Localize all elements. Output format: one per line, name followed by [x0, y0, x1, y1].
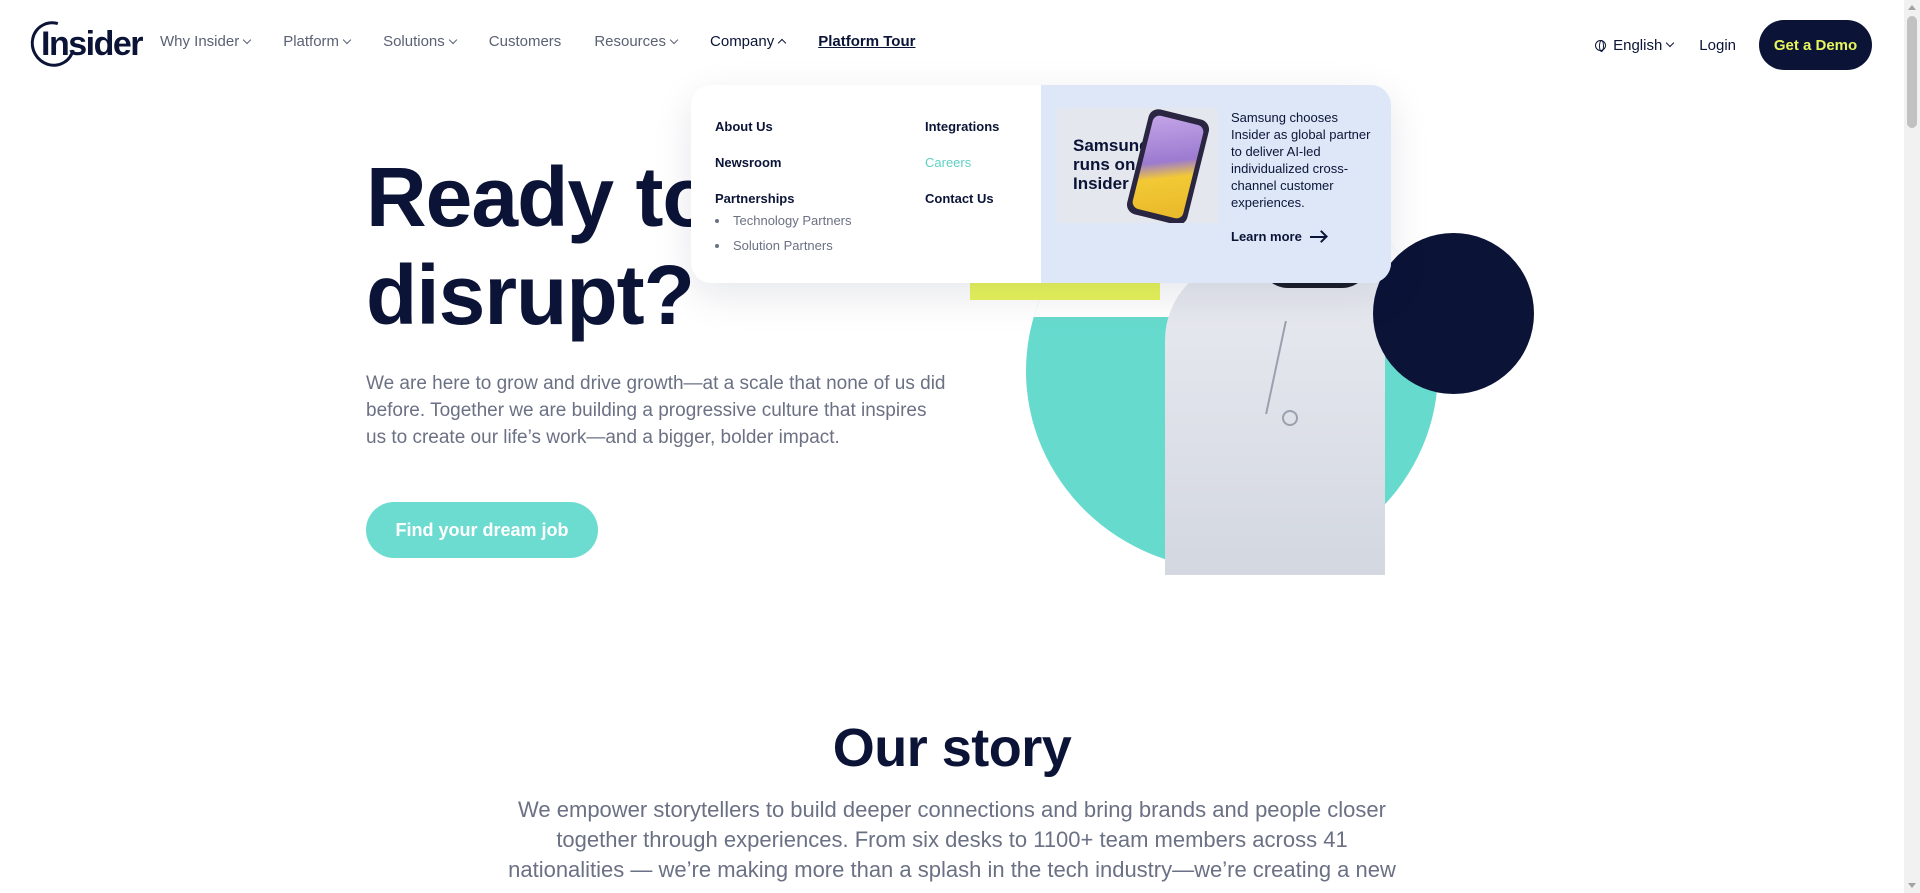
nav-item-label: Platform [283, 33, 340, 50]
samsung-promo-image[interactable]: Samsung runs on Insider [1057, 108, 1218, 223]
language-label: English [1613, 36, 1663, 54]
learn-more-label: Learn more [1231, 229, 1302, 244]
nav-item-platform-tour[interactable]: Platform Tour [818, 33, 915, 50]
promo-text: Samsung chooses Insider as global partne… [1231, 110, 1371, 210]
menu-item-careers[interactable]: Careers [925, 155, 999, 170]
menu-item-technology-partners[interactable]: Technology Partners [715, 213, 852, 228]
nav-item-label: Why Insider [160, 33, 240, 50]
arrow-right-icon [1309, 235, 1326, 238]
insider-logo[interactable]: Insider [22, 13, 143, 75]
chevron-up-icon [777, 38, 787, 48]
nav-item-resources[interactable]: Resources [594, 33, 679, 50]
nav-menu: Why Insider Platform Solutions Customers… [160, 33, 948, 50]
menu-item-partnerships[interactable]: Partnerships [715, 191, 852, 206]
person-photo [1165, 260, 1385, 575]
nav-item-platform[interactable]: Platform [283, 33, 352, 50]
nav-actions: English Login Get a Demo [1595, 20, 1872, 70]
promo-card: Samsung runs on Insider Samsung chooses … [1041, 85, 1391, 283]
nav-item-label: Solutions [383, 33, 445, 50]
hero-description: We are here to grow and drive growth—at … [366, 373, 946, 448]
menu-item-newsroom[interactable]: Newsroom [715, 155, 852, 170]
menu-item-solution-partners[interactable]: Solution Partners [715, 238, 852, 253]
chevron-down-icon [242, 35, 252, 44]
nav-item-company[interactable]: Company [710, 33, 787, 50]
chevron-down-icon [342, 35, 352, 44]
yellow-bar-shape [970, 282, 1160, 300]
globe-icon [1595, 39, 1607, 52]
our-story-text: We empower storytellers to build deeper … [508, 797, 1396, 882]
menu-item-contact-us[interactable]: Contact Us [925, 191, 999, 206]
nav-item-solutions[interactable]: Solutions [383, 33, 458, 50]
get-a-demo-button[interactable]: Get a Demo [1759, 20, 1872, 70]
nav-item-why-insider[interactable]: Why Insider [160, 33, 252, 50]
chevron-down-icon [1666, 38, 1675, 48]
menu-item-about-us[interactable]: About Us [715, 119, 852, 134]
company-dropdown-menu: About Us Newsroom Partnerships Technolog… [691, 85, 1391, 283]
login-link[interactable]: Login [1699, 37, 1736, 54]
nav-item-label: Customers [488, 33, 562, 50]
logo-text: Insider [41, 25, 143, 63]
chevron-down-icon [448, 35, 458, 44]
nav-item-label: Platform Tour [818, 33, 916, 50]
partnerships-submenu: Technology Partners Solution Partners [715, 213, 852, 253]
nav-item-label: Company [710, 33, 775, 50]
menu-item-integrations[interactable]: Integrations [925, 119, 999, 134]
learn-more-link[interactable]: Learn more [1231, 229, 1326, 244]
our-story-heading: Our story [832, 718, 1072, 778]
navy-circle-shape [1373, 233, 1534, 394]
nav-item-label: Resources [594, 33, 667, 50]
page-scrollbar[interactable] [1904, 0, 1920, 893]
chevron-down-icon [669, 35, 679, 44]
dropdown-column-2: Integrations Careers Contact Us [925, 119, 999, 227]
find-dream-job-button[interactable]: Find your dream job [366, 502, 598, 558]
phone-icon [1124, 108, 1212, 223]
nav-item-customers[interactable]: Customers [489, 33, 562, 50]
scroll-up-arrow-icon[interactable] [1908, 5, 1916, 10]
top-navigation: Insider Why Insider Platform Solutions C… [0, 0, 1904, 88]
scroll-thumb[interactable] [1907, 16, 1917, 128]
language-selector[interactable]: English [1595, 36, 1675, 54]
dropdown-column-1: About Us Newsroom Partnerships Technolog… [715, 119, 852, 263]
scroll-down-arrow-icon[interactable] [1908, 883, 1916, 888]
